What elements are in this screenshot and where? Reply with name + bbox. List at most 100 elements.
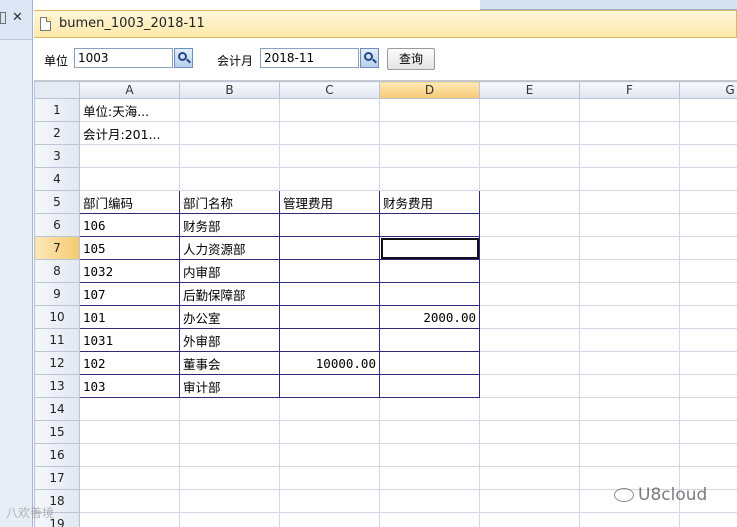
cell-empty[interactable]	[579, 374, 680, 398]
cell-d2[interactable]	[379, 121, 480, 145]
cell-empty[interactable]	[579, 144, 680, 168]
cell-c9[interactable]	[279, 282, 380, 306]
cell-c7[interactable]	[279, 236, 380, 260]
cell-d6[interactable]	[379, 213, 480, 237]
unit-input[interactable]	[74, 48, 173, 68]
column-header-b[interactable]: B	[179, 81, 280, 99]
row-header[interactable]: 9	[34, 282, 80, 306]
cell-d4[interactable]	[379, 167, 480, 191]
cell-empty[interactable]	[579, 236, 680, 260]
cell-empty[interactable]	[479, 282, 580, 306]
cell-empty[interactable]	[479, 236, 580, 260]
cell-empty[interactable]	[679, 397, 737, 421]
cell-empty[interactable]	[579, 259, 680, 283]
cell-b18[interactable]	[179, 489, 280, 513]
row-header[interactable]: 7	[34, 236, 80, 260]
cell-empty[interactable]	[479, 167, 580, 191]
cell-empty[interactable]	[679, 259, 737, 283]
cell-empty[interactable]	[579, 167, 680, 191]
cell-empty[interactable]	[479, 213, 580, 237]
cell-b5[interactable]: 部门名称	[179, 190, 280, 214]
row-header[interactable]: 3	[34, 144, 80, 168]
cell-b6[interactable]: 财务部	[179, 213, 280, 237]
cell-c11[interactable]	[279, 328, 380, 352]
cell-b3[interactable]	[179, 144, 280, 168]
row-header[interactable]: 16	[34, 443, 80, 467]
cell-c3[interactable]	[279, 144, 380, 168]
spreadsheet[interactable]: ABCDEFG 1 单位:天海... 2 会计月:201... 3 4 5 部门编码 部门名称管…	[34, 81, 737, 527]
cell-a7[interactable]: 105	[79, 236, 180, 260]
cell-c5[interactable]: 管理费用	[279, 190, 380, 214]
cell-b13[interactable]: 审计部	[179, 374, 280, 398]
month-input[interactable]	[260, 48, 359, 68]
cell-a3[interactable]	[79, 144, 180, 168]
query-button[interactable]: 查询	[387, 48, 435, 70]
cell-empty[interactable]	[579, 213, 680, 237]
cell-d19[interactable]	[379, 512, 480, 527]
select-all-corner[interactable]	[34, 81, 80, 99]
cell-empty[interactable]	[479, 466, 580, 490]
cell-a11[interactable]: 1031	[79, 328, 180, 352]
row-header[interactable]: 1	[34, 98, 80, 122]
cell-d7[interactable]	[379, 236, 480, 260]
cell-empty[interactable]	[579, 328, 680, 352]
cell-empty[interactable]	[479, 489, 580, 513]
column-header-a[interactable]: A	[79, 81, 180, 99]
cell-empty[interactable]	[579, 512, 680, 527]
cell-d5[interactable]: 财务费用	[379, 190, 480, 214]
row-header[interactable]: 10	[34, 305, 80, 329]
cell-c8[interactable]	[279, 259, 380, 283]
document-tab[interactable]: bumen_1003_2018-11	[34, 10, 737, 38]
cell-a15[interactable]	[79, 420, 180, 444]
cell-a2[interactable]: 会计月:201...	[79, 121, 180, 145]
cell-empty[interactable]	[679, 98, 737, 122]
cell-empty[interactable]	[679, 167, 737, 191]
row-header[interactable]: 5	[34, 190, 80, 214]
cell-empty[interactable]	[679, 305, 737, 329]
row-header[interactable]: 15	[34, 420, 80, 444]
cell-a9[interactable]: 107	[79, 282, 180, 306]
cell-empty[interactable]	[679, 420, 737, 444]
cell-empty[interactable]	[579, 420, 680, 444]
cell-empty[interactable]	[479, 190, 580, 214]
cell-a6[interactable]: 106	[79, 213, 180, 237]
cell-a17[interactable]	[79, 466, 180, 490]
cell-empty[interactable]	[579, 397, 680, 421]
restore-icon[interactable]	[0, 12, 6, 24]
cell-d13[interactable]	[379, 374, 480, 398]
row-header[interactable]: 13	[34, 374, 80, 398]
cell-c15[interactable]	[279, 420, 380, 444]
cell-b17[interactable]	[179, 466, 280, 490]
cell-empty[interactable]	[679, 282, 737, 306]
cell-d1[interactable]	[379, 98, 480, 122]
cell-b12[interactable]: 董事会	[179, 351, 280, 375]
cell-b4[interactable]	[179, 167, 280, 191]
cell-empty[interactable]	[479, 351, 580, 375]
cell-c13[interactable]	[279, 374, 380, 398]
cell-empty[interactable]	[479, 98, 580, 122]
cell-empty[interactable]	[679, 328, 737, 352]
cell-c18[interactable]	[279, 489, 380, 513]
cell-empty[interactable]	[679, 121, 737, 145]
cell-b9[interactable]: 后勤保障部	[179, 282, 280, 306]
cell-empty[interactable]	[579, 190, 680, 214]
cell-empty[interactable]	[579, 282, 680, 306]
cell-b2[interactable]	[179, 121, 280, 145]
cell-empty[interactable]	[679, 351, 737, 375]
cell-c10[interactable]	[279, 305, 380, 329]
cell-a19[interactable]	[79, 512, 180, 527]
cell-empty[interactable]	[479, 374, 580, 398]
cell-a16[interactable]	[79, 443, 180, 467]
cell-a8[interactable]: 1032	[79, 259, 180, 283]
column-header-e[interactable]: E	[479, 81, 580, 99]
cell-c16[interactable]	[279, 443, 380, 467]
cell-b10[interactable]: 办公室	[179, 305, 280, 329]
cell-a4[interactable]	[79, 167, 180, 191]
close-icon[interactable]: ✕	[12, 10, 23, 25]
row-header[interactable]: 17	[34, 466, 80, 490]
cell-b14[interactable]	[179, 397, 280, 421]
cell-c17[interactable]	[279, 466, 380, 490]
column-header-f[interactable]: F	[579, 81, 680, 99]
cell-c2[interactable]	[279, 121, 380, 145]
cell-empty[interactable]	[579, 305, 680, 329]
